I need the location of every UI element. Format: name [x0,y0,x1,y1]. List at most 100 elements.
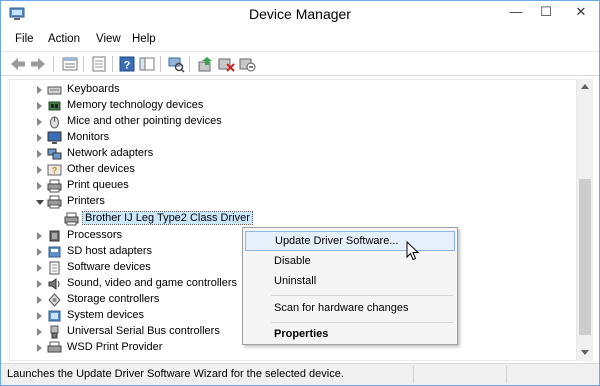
expand-arrow-icon[interactable] [37,102,42,110]
expand-arrow-icon[interactable] [37,328,42,336]
device-manager-window: Device Manager — ☐ ✕ File Action View He… [0,0,600,386]
status-divider [413,366,414,383]
tree-item-label: Keyboards [67,83,120,95]
expand-arrow-icon[interactable] [37,150,42,158]
tree-item-label: Sound, video and game controllers [67,277,237,289]
minimize-button[interactable]: — [501,1,531,25]
menu-separator [271,295,453,296]
forward-icon[interactable] [29,55,47,73]
help-icon[interactable]: ? [118,55,136,73]
tree-item-label: Memory technology devices [67,99,204,111]
tree-item-memory[interactable]: Memory technology devices [10,98,570,114]
mouse-cursor-icon [406,241,420,261]
expand-arrow-icon[interactable] [37,248,42,256]
memory-icon [48,101,61,111]
tree-item-label: Print queues [67,179,129,191]
menu-item-label: Scan for hardware changes [274,302,409,314]
maximize-button[interactable]: ☐ [531,1,561,25]
menu-action[interactable]: Action [48,33,80,45]
menu-bar: File Action View Help [1,31,599,51]
expand-arrow-icon[interactable] [37,280,42,288]
back-icon[interactable] [9,55,27,73]
tree-item-mice[interactable]: Mice and other pointing devices [10,114,570,130]
toolbar: ? [1,51,599,76]
tree-item-label: Other devices [67,163,135,175]
print-queue-icon [47,179,62,193]
system-icon [48,310,61,322]
tree-item-label: Mice and other pointing devices [67,115,222,127]
menu-view[interactable]: View [96,33,121,45]
tree-item-print-queues[interactable]: Print queues [10,178,570,194]
keyboard-icon [47,86,62,95]
scroll-down-icon[interactable] [581,350,589,355]
expand-arrow-icon[interactable] [37,264,42,272]
printer-icon [64,212,79,226]
expand-arrow-icon[interactable] [37,166,42,174]
console-view-icon[interactable] [138,55,156,73]
tree-item-other-devices[interactable]: ? Other devices [10,162,570,178]
show-hidden-icon[interactable] [90,55,108,73]
sd-adapter-icon [48,246,61,258]
tree-item-label: Network adapters [67,147,154,159]
menu-separator [271,322,453,323]
expand-arrow-icon[interactable] [37,86,42,94]
menu-item-disable[interactable]: Disable [245,252,455,272]
software-device-icon [49,261,60,275]
tree-item-keyboards[interactable]: Keyboards [10,82,570,98]
close-button[interactable]: ✕ [563,1,599,25]
status-bar: Launches the Update Driver Software Wiza… [1,363,599,385]
uninstall-icon[interactable] [217,55,235,73]
storage-icon [48,293,61,307]
context-menu: Update Driver Software... Disable Uninst… [242,227,458,345]
menu-item-uninstall[interactable]: Uninstall [245,272,455,292]
monitor-icon [47,131,62,144]
menu-item-label: Disable [274,255,311,267]
scan-hardware-icon[interactable] [167,55,185,73]
menu-item-label: Uninstall [274,275,317,287]
properties-icon[interactable] [61,55,79,73]
menu-item-scan-hardware[interactable]: Scan for hardware changes [245,299,455,319]
tree-item-label: SD host adapters [67,245,152,257]
tree-item-network[interactable]: Network adapters [10,146,570,162]
menu-item-label: Properties [274,328,329,340]
collapse-arrow-icon[interactable] [36,200,44,205]
disable-icon[interactable] [238,55,256,73]
tree-item-label-selected: Brother IJ Leg Type2 Class Driver [82,211,253,225]
expand-arrow-icon[interactable] [37,118,42,126]
expand-arrow-icon[interactable] [37,312,42,320]
expand-arrow-icon[interactable] [37,296,42,304]
mouse-icon [50,116,59,129]
expand-arrow-icon[interactable] [37,232,42,240]
tree-item-label: Monitors [67,131,110,143]
menu-help[interactable]: Help [132,33,156,45]
usb-icon [50,325,59,339]
tree-item-label: Printers [67,195,105,207]
scrollbar-thumb[interactable] [579,179,591,335]
svg-text:?: ? [52,166,58,176]
wsd-icon [47,341,62,353]
network-icon [47,148,62,160]
menu-file[interactable]: File [15,33,34,45]
scroll-up-icon[interactable] [581,84,589,89]
status-divider [506,366,507,383]
printer-icon [47,195,62,209]
tree-item-label: Software devices [67,261,151,273]
tree-item-printers[interactable]: Printers [10,194,570,210]
svg-text:?: ? [124,60,131,72]
title-bar: Device Manager — ☐ ✕ [1,1,599,29]
menu-item-update-driver[interactable]: Update Driver Software... [245,231,455,251]
tree-item-label: Processors [67,229,123,241]
menu-item-properties[interactable]: Properties [245,325,455,345]
tree-item-brother-driver[interactable]: Brother IJ Leg Type2 Class Driver [10,211,570,227]
menu-item-label: Update Driver Software... [275,235,399,247]
expand-arrow-icon[interactable] [37,182,42,190]
expand-arrow-icon[interactable] [37,344,42,352]
update-driver-icon[interactable] [196,55,214,73]
expand-arrow-icon[interactable] [37,134,42,142]
tree-item-label: WSD Print Provider [67,341,163,353]
tree-item-label: System devices [67,309,145,321]
vertical-scrollbar[interactable] [577,79,593,361]
tree-item-monitors[interactable]: Monitors [10,130,570,146]
processor-icon [49,230,60,242]
status-text: Launches the Update Driver Software Wiza… [7,368,344,380]
